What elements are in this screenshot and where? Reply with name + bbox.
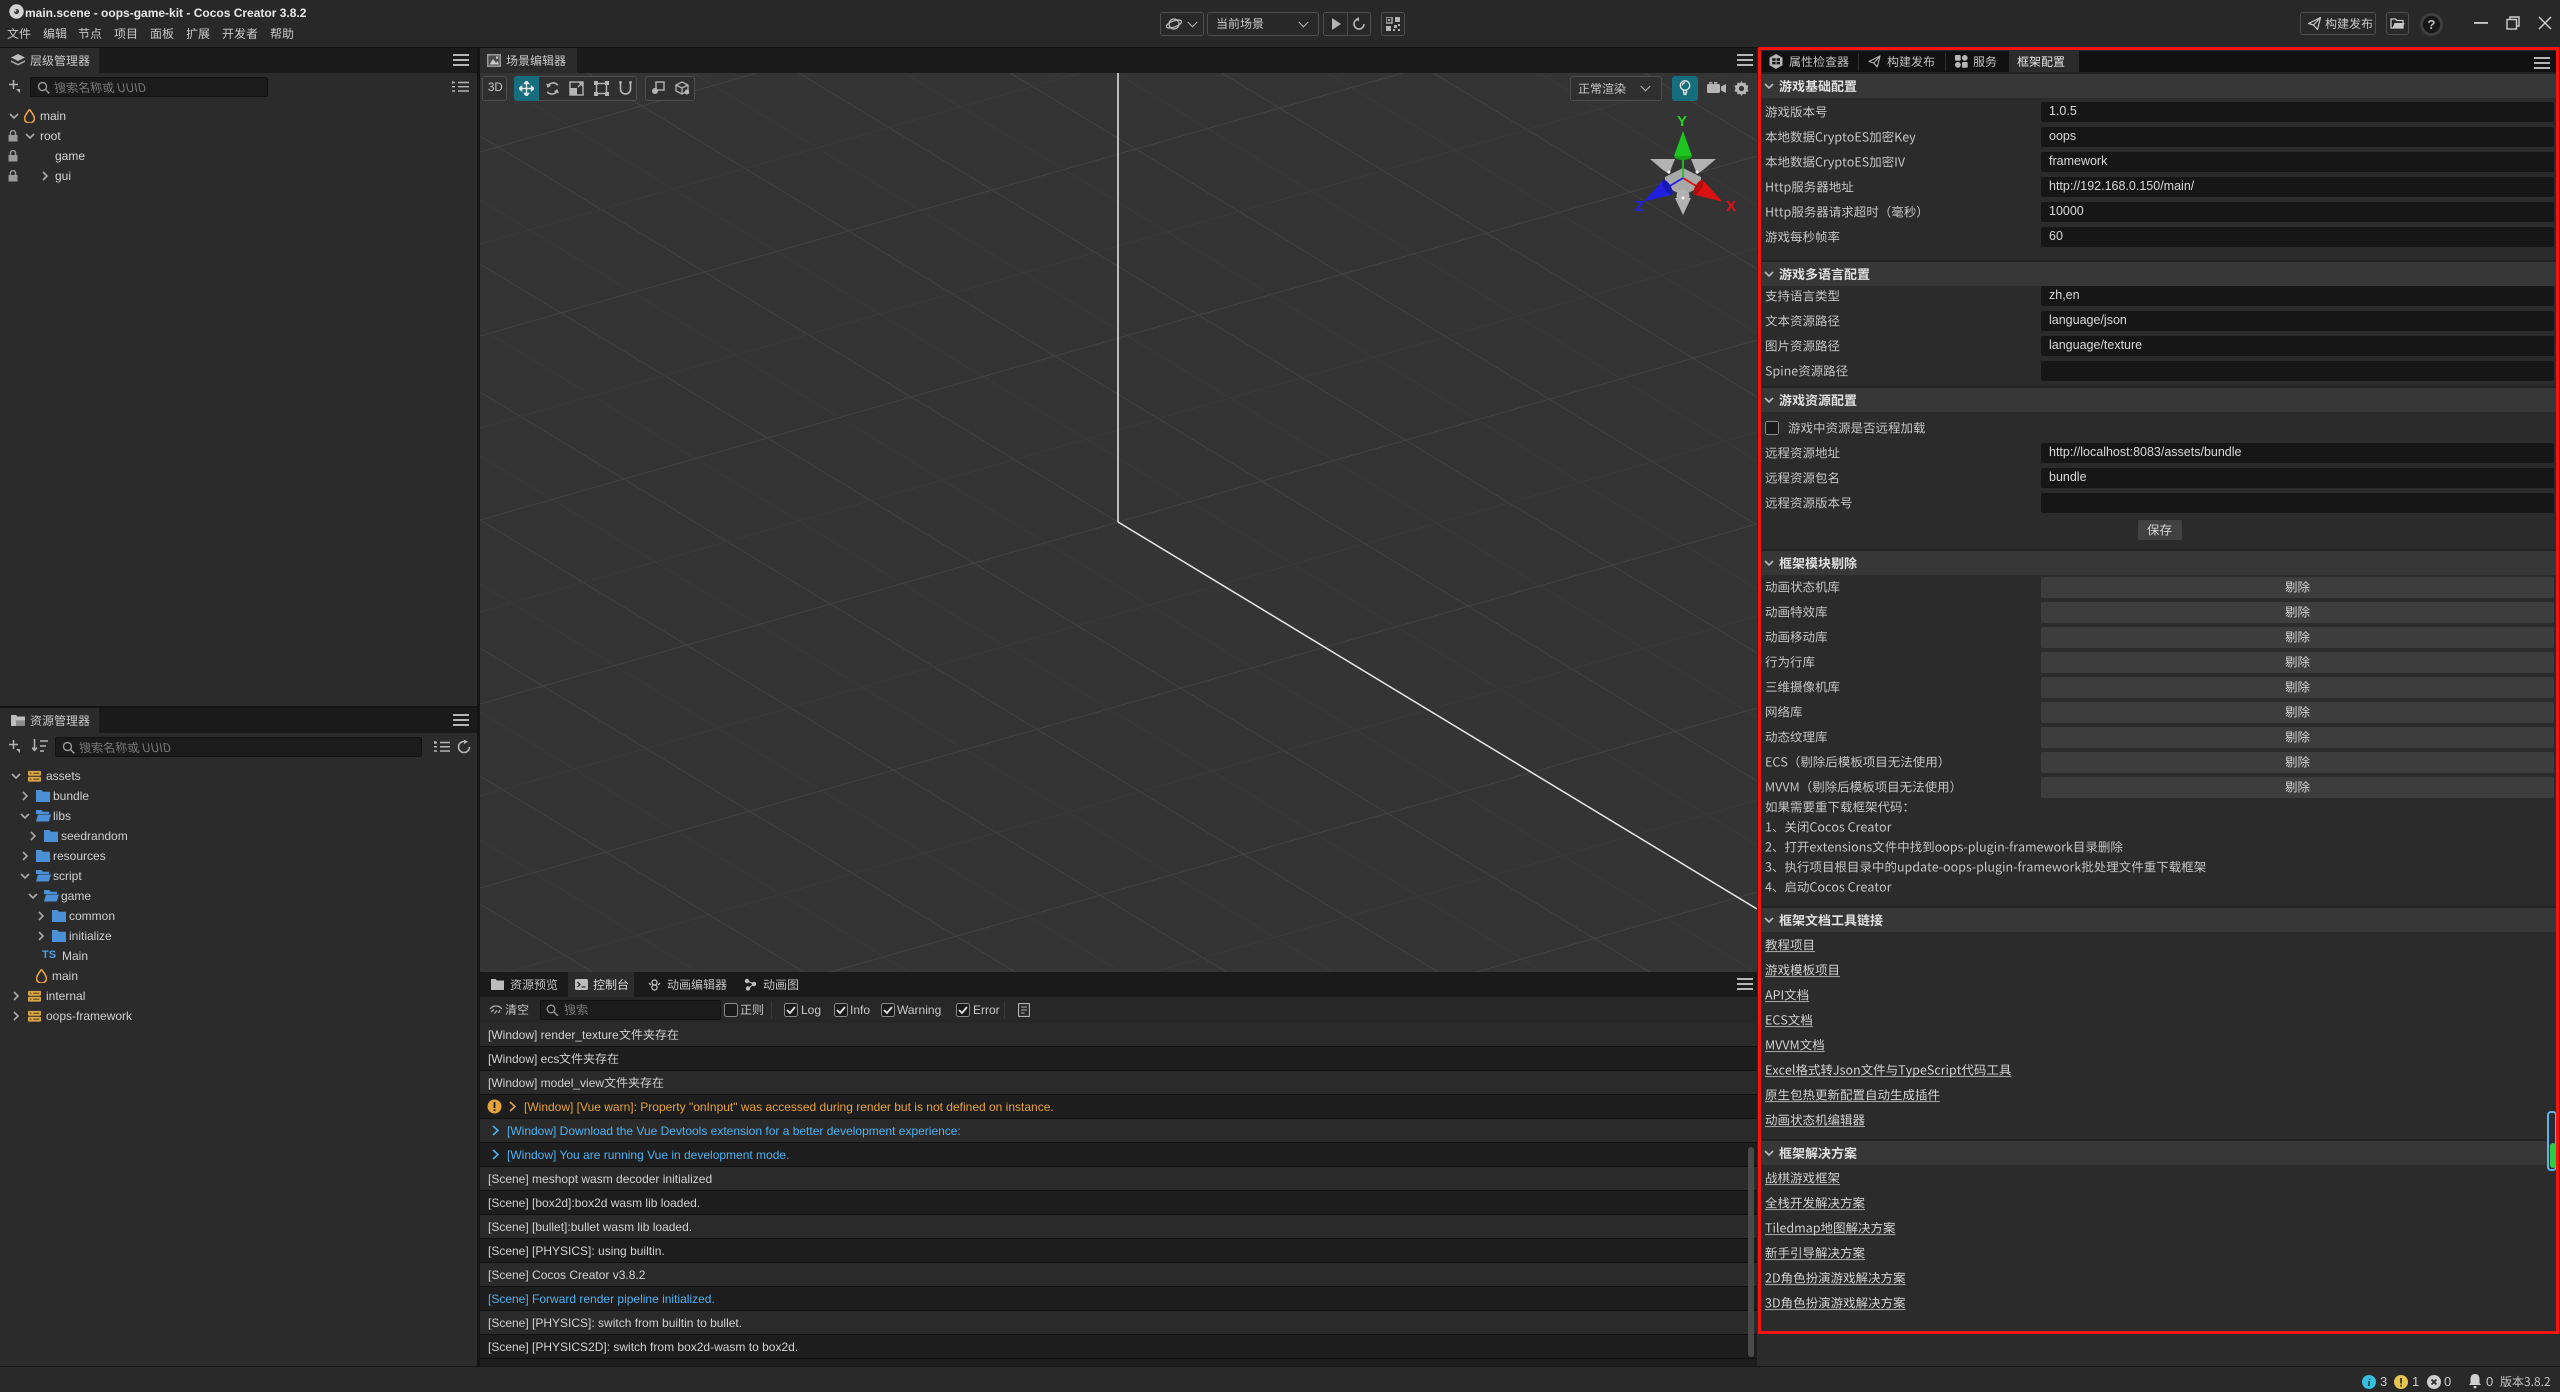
- svg-text:Z: Z: [1635, 198, 1644, 215]
- svg-text:?: ?: [2428, 17, 2436, 32]
- svg-text:Y: Y: [1677, 113, 1687, 130]
- svg-text:X: X: [1726, 198, 1736, 215]
